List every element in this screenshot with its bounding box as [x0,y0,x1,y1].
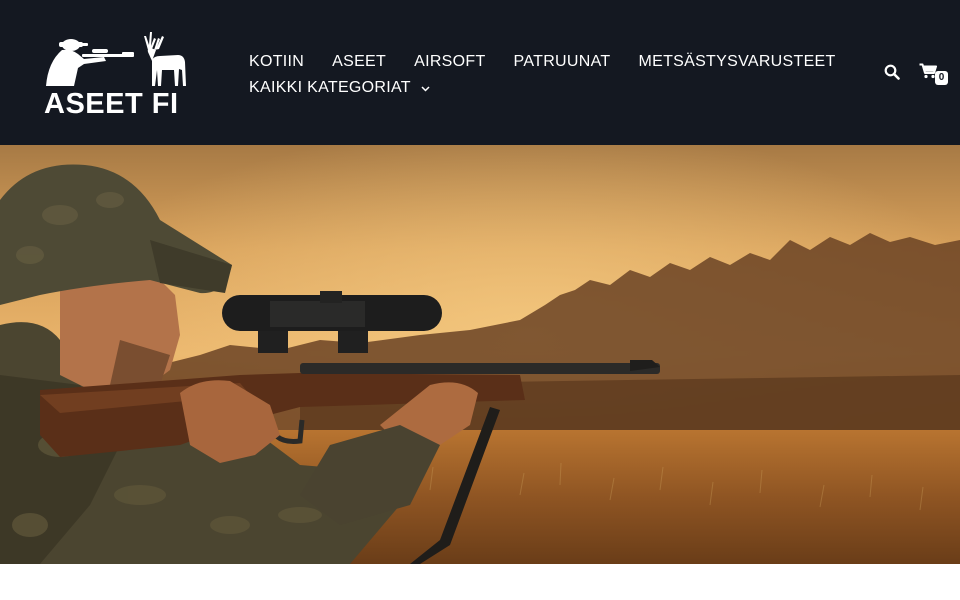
cart-button[interactable]: 0 [919,63,951,89]
nav-item-metsastysvarusteet[interactable]: METSÄSTYSVARUSTEET [638,51,835,73]
nav-item-patruunat[interactable]: PATRUUNAT [514,51,611,73]
main-navigation: KOTIIN ASEET AIRSOFT PATRUUNAT METSÄSTYS… [249,48,849,102]
nav-item-airsoft[interactable]: AIRSOFT [414,51,485,73]
chevron-down-icon [421,77,430,99]
hero-banner [0,145,960,564]
nav-row-secondary: KAIKKI KATEGORIAT [249,75,849,102]
hero-image [0,145,960,564]
hunter-deer-logo-icon [46,32,186,86]
site-header: ASEET FI KOTIIN ASEET AIRSOFT PATRUUNAT … [0,0,960,145]
nav-row-primary: KOTIIN ASEET AIRSOFT PATRUUNAT METSÄSTYS… [249,48,849,75]
nav-item-kotiin[interactable]: KOTIIN [249,51,304,73]
page-content-start [0,564,960,600]
nav-item-label: KAIKKI KATEGORIAT [249,79,411,97]
search-button[interactable] [884,64,902,82]
nav-item-kaikki-kategoriat[interactable]: KAIKKI KATEGORIAT [249,77,430,99]
site-logo[interactable]: ASEET FI [44,28,194,122]
search-icon [884,64,900,80]
nav-item-aseet[interactable]: ASEET [332,51,386,73]
brand-name: ASEET FI [44,88,179,120]
cart-count-badge: 0 [935,71,948,85]
